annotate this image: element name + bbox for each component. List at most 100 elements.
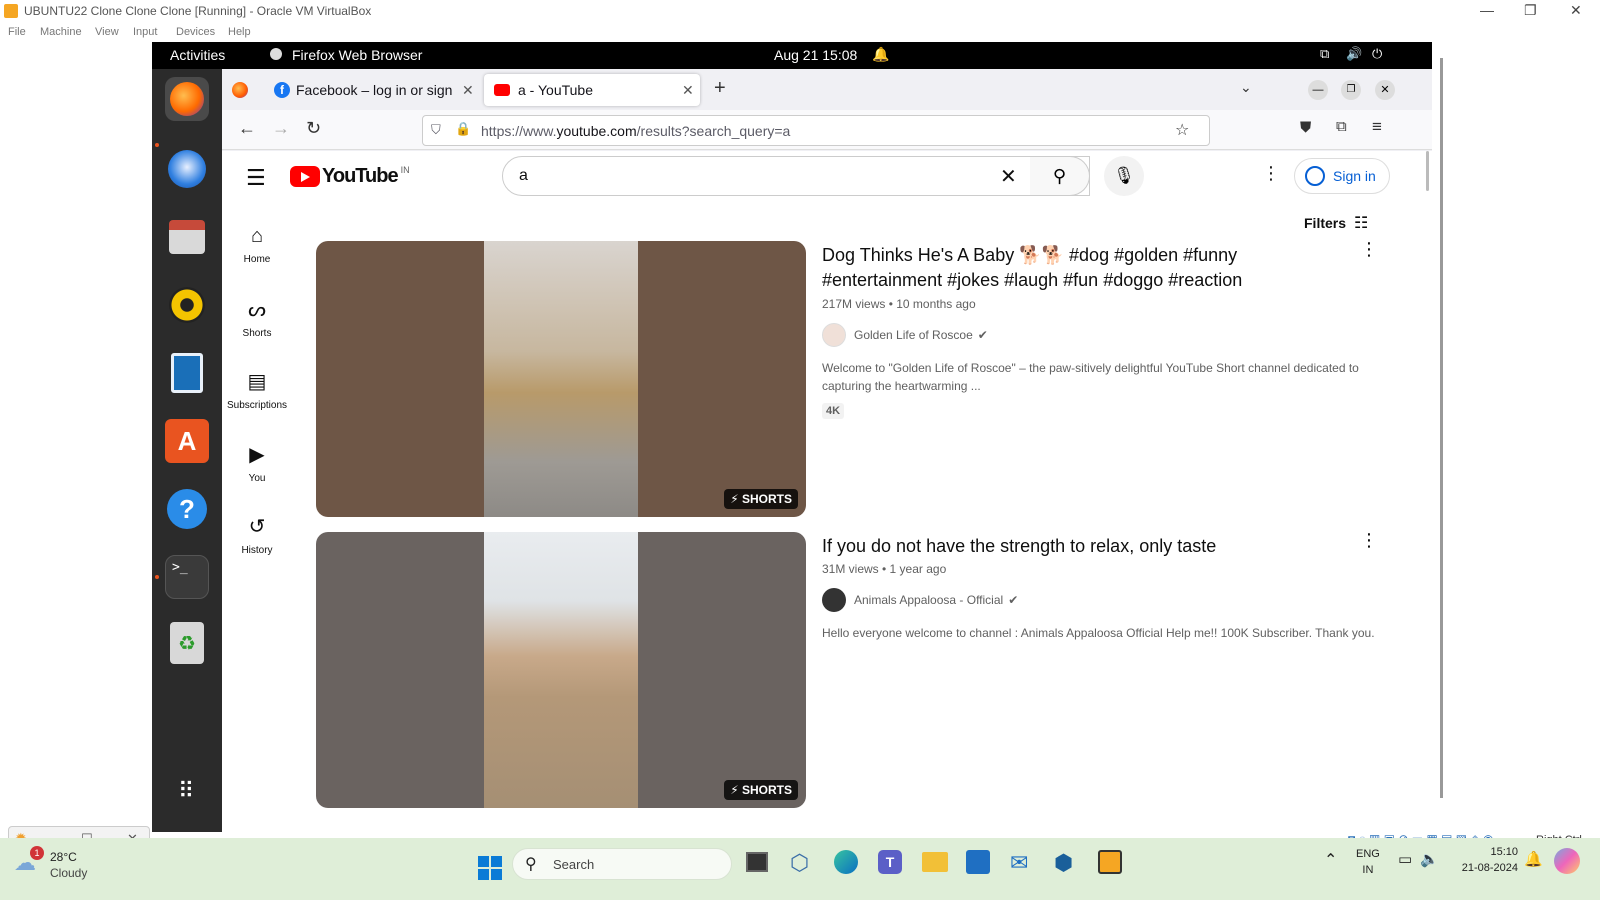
menu-machine[interactable]: Machine (40, 26, 82, 38)
volume-icon[interactable]: 🔊 (1346, 46, 1362, 62)
video-thumbnail[interactable]: ⚡ SHORTS (316, 241, 806, 517)
url-text[interactable]: https://www.youtube.com/results?search_q… (481, 123, 790, 139)
tab-youtube[interactable]: a - YouTube ✕ (484, 74, 700, 106)
channel-name[interactable]: Animals Appaloosa - Official (854, 593, 1003, 607)
clear-search-icon[interactable]: ✕ (1000, 164, 1017, 189)
close-window-button[interactable]: ✕ (1570, 2, 1582, 19)
firefox-dock-icon[interactable] (165, 77, 209, 121)
menu-file[interactable]: File (8, 26, 26, 38)
terminal-dock-icon[interactable]: >_ (165, 555, 209, 599)
virtualbox-taskbar-icon[interactable]: ⬢ (1054, 850, 1073, 876)
windows-start-icon[interactable] (478, 856, 502, 880)
close-button[interactable]: ✕ (1375, 80, 1395, 100)
search-input[interactable]: a (519, 167, 528, 185)
filters-icon: ☷ (1354, 215, 1369, 232)
store-icon[interactable] (966, 850, 990, 874)
menu-help[interactable]: Help (228, 26, 251, 38)
reload-icon[interactable]: ↻ (306, 118, 321, 139)
firefox-view-icon[interactable] (232, 82, 248, 98)
edge-icon[interactable] (834, 850, 858, 874)
search-button[interactable]: ⚲ (1030, 156, 1090, 196)
notification-bell-icon[interactable]: 🔔 (1524, 850, 1543, 868)
youtube-logo[interactable]: YouTube IN (290, 165, 410, 188)
hamburger-menu-icon[interactable]: ☰ (246, 165, 266, 191)
sidebar-item-you[interactable]: ▶ You (226, 442, 288, 484)
trash-dock-icon[interactable]: ♻ (165, 621, 209, 665)
sign-in-button[interactable]: Sign in (1294, 158, 1390, 194)
channel-avatar[interactable] (822, 588, 846, 612)
volume-icon[interactable]: 🔈 (1420, 850, 1439, 868)
new-tab-button[interactable]: + (714, 77, 726, 100)
help-dock-icon[interactable]: ? (165, 487, 209, 531)
channel-link[interactable]: Golden Life of Roscoe ✔ (822, 323, 988, 347)
rhythmbox-dock-icon[interactable] (165, 283, 209, 327)
shield-icon[interactable]: ⛉ (431, 122, 441, 138)
vm-window-taskbar-icon[interactable] (1098, 850, 1122, 874)
list-tabs-icon[interactable]: ⌄ (1240, 79, 1252, 96)
minimize-button[interactable]: — (1308, 80, 1328, 100)
taskbar-search[interactable]: ⚲ Search (512, 848, 732, 880)
power-icon[interactable]: ⏻ (1372, 46, 1382, 62)
voice-search-button[interactable]: 🎙 (1104, 156, 1144, 196)
bookmark-star-icon[interactable]: ☆ (1175, 120, 1189, 140)
teams-icon[interactable]: T (878, 850, 902, 874)
filters-button[interactable]: Filters ☷ (1304, 213, 1368, 233)
country-code: IN (400, 164, 410, 175)
system-clock[interactable]: 15:10 21-08-2024 (1448, 844, 1518, 876)
clock[interactable]: Aug 21 15:08 (774, 47, 857, 63)
url-bar[interactable]: ⛉ 🔒 https://www.youtube.com/results?sear… (422, 115, 1210, 146)
thunderbird-dock-icon[interactable] (165, 147, 209, 191)
sidebar-item-history[interactable]: ↺ History (226, 514, 288, 556)
language-indicator[interactable]: ENG IN (1356, 846, 1380, 878)
sidebar-item-subscriptions[interactable]: ▤ Subscriptions (226, 369, 288, 411)
cube-app-icon[interactable]: ⬡ (790, 850, 809, 876)
video-menu-icon[interactable]: ⋮ (1360, 239, 1378, 260)
lock-icon[interactable]: 🔒 (455, 121, 471, 137)
activities-button[interactable]: Activities (170, 47, 225, 63)
close-tab-icon[interactable]: ✕ (682, 82, 694, 99)
copilot-icon[interactable] (1554, 848, 1580, 874)
extensions-icon[interactable]: ⧉ (1336, 118, 1347, 135)
video-title[interactable]: Dog Thinks He's A Baby 🐕🐕 #dog #golden #… (822, 243, 1342, 293)
menu-input[interactable]: Input (133, 26, 157, 38)
forward-icon[interactable]: → (272, 118, 290, 139)
search-box[interactable]: a ✕ (502, 156, 1090, 196)
back-icon[interactable]: ← (238, 118, 256, 139)
sidebar-item-label: Shorts (242, 328, 272, 339)
video-menu-icon[interactable]: ⋮ (1360, 530, 1378, 551)
network-icon[interactable]: ▭ (1398, 850, 1412, 868)
task-view-icon[interactable] (746, 852, 768, 872)
menu-icon[interactable]: ≡ (1372, 117, 1382, 137)
more-options-icon[interactable]: ⋮ (1262, 163, 1280, 184)
page-scrollbar[interactable] (1426, 151, 1429, 191)
channel-avatar[interactable] (822, 323, 846, 347)
close-tab-icon[interactable]: ✕ (462, 82, 474, 99)
bell-icon: 🔔 (872, 46, 890, 62)
weather-temp: 28°C (50, 850, 77, 864)
weather-widget[interactable]: ☁ 1 28°C Cloudy (14, 846, 134, 886)
restore-window-button[interactable]: ❐ (1524, 2, 1537, 19)
file-explorer-icon[interactable] (922, 852, 948, 872)
menu-view[interactable]: View (95, 26, 119, 38)
writer-dock-icon[interactable] (165, 351, 209, 395)
channel-name[interactable]: Golden Life of Roscoe (854, 328, 973, 342)
mail-icon[interactable]: ✉ (1010, 850, 1028, 876)
channel-link[interactable]: Animals Appaloosa - Official ✔ (822, 588, 1018, 612)
network-icon[interactable]: ⧉ (1320, 46, 1329, 62)
menu-devices[interactable]: Devices (176, 26, 215, 38)
active-app-name[interactable]: Firefox Web Browser (292, 47, 422, 63)
app-center-dock-icon[interactable]: A (165, 419, 209, 463)
sidebar-item-label: History (241, 545, 273, 556)
sidebar-item-shorts[interactable]: ᔕ Shorts (226, 297, 288, 339)
sidebar-item-home[interactable]: ⌂ Home (226, 225, 288, 265)
pocket-icon[interactable]: ⛊ (1300, 119, 1311, 136)
files-dock-icon[interactable] (165, 215, 209, 259)
video-thumbnail[interactable]: ⚡ SHORTS (316, 532, 806, 808)
video-title[interactable]: If you do not have the strength to relax… (822, 534, 1342, 559)
show-hidden-icons[interactable]: ⌃ (1324, 850, 1337, 870)
host-scrollbar[interactable] (1440, 58, 1443, 798)
restore-button[interactable]: ❐ (1341, 80, 1361, 100)
tab-facebook[interactable]: f Facebook – log in or sign ✕ (264, 74, 478, 106)
show-apps-icon[interactable]: ⠿ (165, 769, 209, 813)
minimize-window-button[interactable]: — (1480, 2, 1494, 18)
